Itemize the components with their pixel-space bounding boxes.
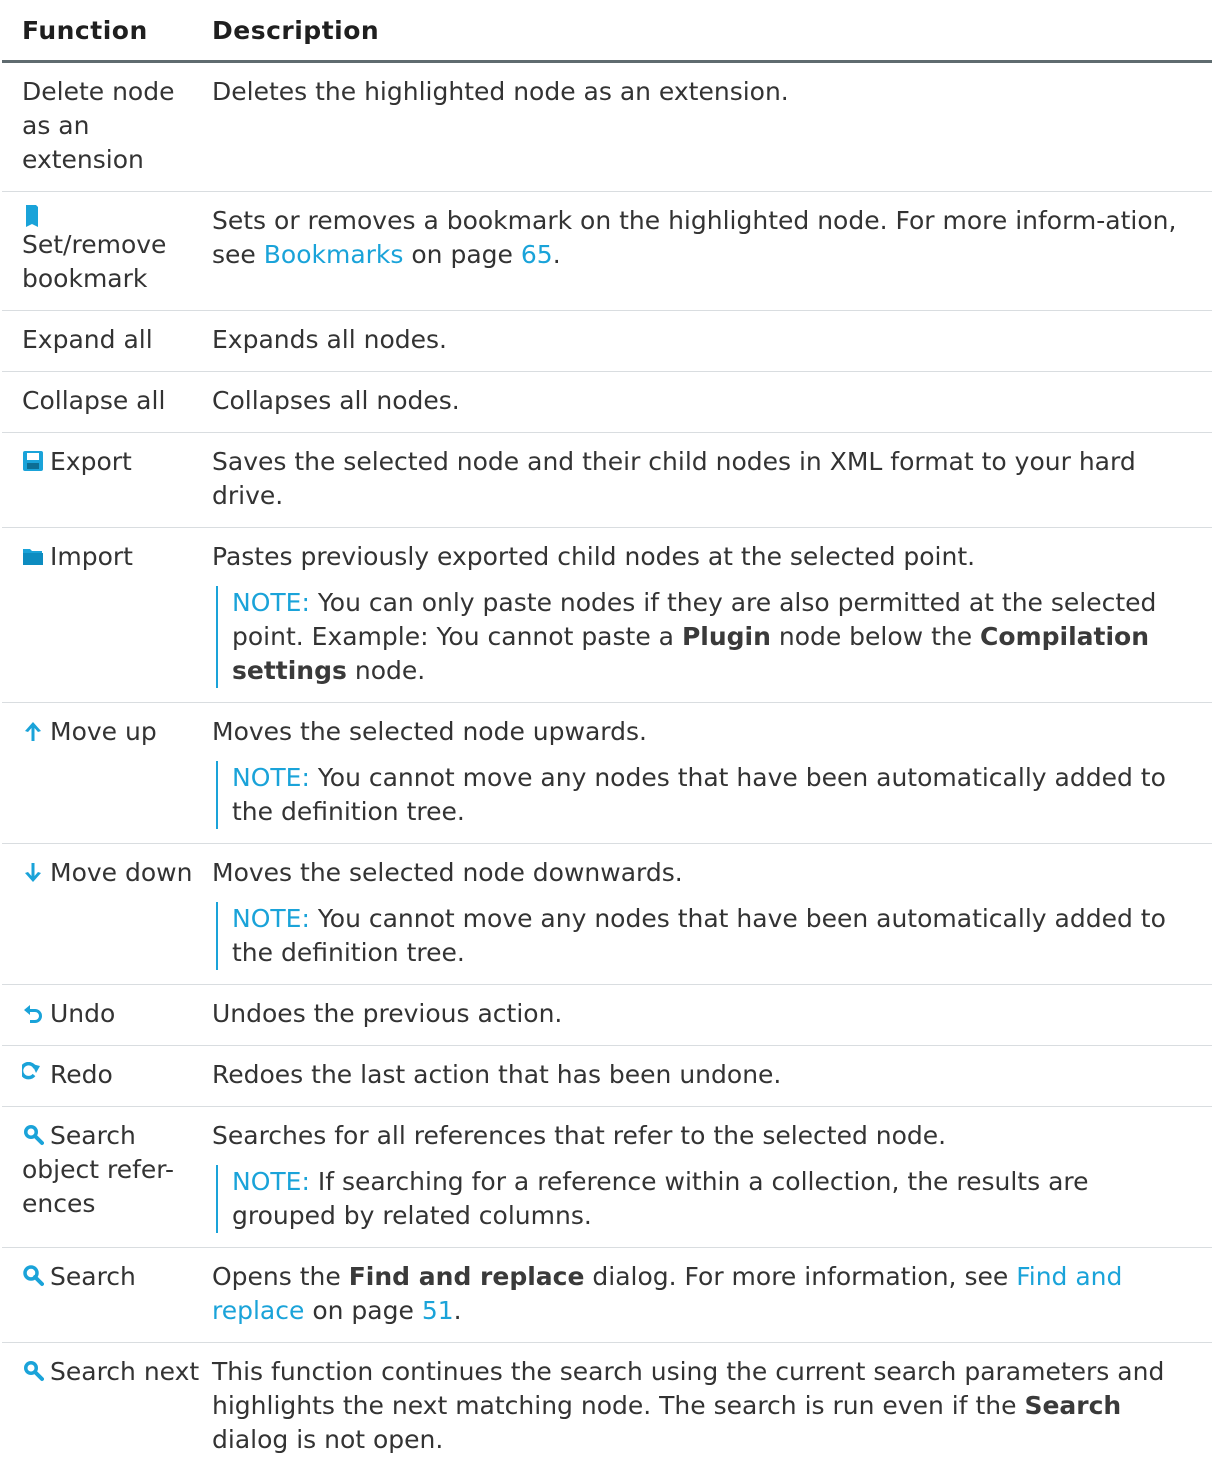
table-row: Set/remove bookmark Sets or removes a bo… [2,192,1212,311]
function-cell: Expand all [2,311,202,372]
function-label: Import [50,542,133,571]
function-label: Move up [50,717,157,746]
function-table: Function Description Delete node as an e… [2,0,1212,1471]
function-label: Collapse all [22,386,165,415]
page-link[interactable]: 51 [422,1296,454,1325]
table-row: Search Opens the Find and replace dialog… [2,1248,1212,1343]
function-cell: Export [2,433,202,528]
note-label: NOTE: [232,1167,310,1196]
header-function: Function [2,0,202,62]
function-cell: Redo [2,1046,202,1107]
description-text: This function continues the search using… [212,1357,1164,1420]
description-cell: Pastes previously exported child nodes a… [202,528,1212,703]
header-description: Description [202,0,1212,62]
note-box: NOTE: You can only paste nodes if they a… [216,586,1198,688]
bookmarks-link[interactable]: Bookmarks [264,240,404,269]
description-cell: Redoes the last action that has been und… [202,1046,1212,1107]
function-cell: Move down [2,844,202,985]
description-cell: Deletes the highlighted node as an exten… [202,62,1212,192]
description-text: on page [411,240,513,269]
description-cell: Searches for all references that refer t… [202,1107,1212,1248]
note-text: If searching for a reference within a co… [232,1167,1089,1230]
table-row: Collapse all Collapses all nodes. [2,372,1212,433]
function-label: Expand all [22,325,153,354]
note-label: NOTE: [232,904,310,933]
note-label: NOTE: [232,588,310,617]
undo-icon[interactable] [22,1001,44,1025]
description-cell: Expands all nodes. [202,311,1212,372]
function-label: Export [50,447,132,476]
function-label: Set/remove bookmark [22,230,166,293]
table-row: Undo Undoes the previous action. [2,985,1212,1046]
table-row: Move down Moves the selected node downwa… [2,844,1212,985]
punctuation: . [454,1296,462,1325]
table-row: Search next This function continues the … [2,1343,1212,1471]
note-box: NOTE: You cannot move any nodes that hav… [216,902,1198,970]
note-text: You cannot move any nodes that have been… [232,763,1166,826]
note-text: You cannot move any nodes that have been… [232,904,1166,967]
function-cell: Search [2,1248,202,1343]
description-text: Moves the selected node upwards. [212,715,1198,749]
function-cell: Move up [2,703,202,844]
description-text: dialog. For more information, see [592,1262,1008,1291]
note-text: node below the [779,622,972,651]
function-cell: Import [2,528,202,703]
table-row: Redo Redoes the last action that has bee… [2,1046,1212,1107]
function-label: Search [50,1262,136,1291]
description-text: on page [312,1296,414,1325]
note-box: NOTE: If searching for a reference withi… [216,1165,1198,1233]
description-text: Searches for all references that refer t… [212,1119,1198,1153]
table-row: Move up Moves the selected node upwards.… [2,703,1212,844]
bookmark-icon[interactable] [22,204,44,228]
description-text: Pastes previously exported child nodes a… [212,540,1198,574]
function-label: Delete node as an extension [22,77,174,174]
arrow-down-icon[interactable] [22,860,44,884]
arrow-up-icon[interactable] [22,719,44,743]
note-box: NOTE: You cannot move any nodes that hav… [216,761,1198,829]
description-cell: Undoes the previous action. [202,985,1212,1046]
function-table-page: Function Description Delete node as an e… [0,0,1215,1471]
save-icon[interactable] [22,449,44,473]
punctuation: . [553,240,561,269]
table-row: Export Saves the selected node and their… [2,433,1212,528]
note-label: NOTE: [232,763,310,792]
description-text: Moves the selected node downwards. [212,856,1198,890]
description-cell: This function continues the search using… [202,1343,1212,1471]
note-bold: Plugin [682,622,771,651]
function-cell: Undo [2,985,202,1046]
description-text: dialog is not open. [212,1425,443,1454]
description-cell: Saves the selected node and their child … [202,433,1212,528]
function-label: Redo [50,1060,113,1089]
function-cell: Search next [2,1343,202,1471]
description-cell: Opens the Find and replace dialog. For m… [202,1248,1212,1343]
function-cell: Set/remove bookmark [2,192,202,311]
description-text: Opens the [212,1262,341,1291]
note-text: node. [355,656,425,685]
function-label: Search object refer-ences [22,1121,174,1218]
description-cell: Collapses all nodes. [202,372,1212,433]
function-cell: Collapse all [2,372,202,433]
function-label: Undo [50,999,115,1028]
function-cell: Delete node as an extension [2,62,202,192]
description-cell: Sets or removes a bookmark on the highli… [202,192,1212,311]
table-row: Search object refer-ences Searches for a… [2,1107,1212,1248]
description-cell: Moves the selected node upwards. NOTE: Y… [202,703,1212,844]
table-row: Expand all Expands all nodes. [2,311,1212,372]
search-references-icon[interactable] [22,1123,44,1147]
description-bold: Search [1024,1391,1121,1420]
description-bold: Find and replace [349,1262,585,1291]
table-header-row: Function Description [2,0,1212,62]
folder-icon[interactable] [22,544,44,568]
redo-icon[interactable] [22,1062,44,1086]
function-label: Move down [50,858,192,887]
table-row: Import Pastes previously exported child … [2,528,1212,703]
table-row: Delete node as an extension Deletes the … [2,62,1212,192]
description-cell: Moves the selected node downwards. NOTE:… [202,844,1212,985]
search-next-icon[interactable] [22,1359,44,1383]
function-cell: Search object refer-ences [2,1107,202,1248]
search-icon[interactable] [22,1264,44,1288]
page-link[interactable]: 65 [521,240,553,269]
function-label: Search next [50,1357,199,1386]
